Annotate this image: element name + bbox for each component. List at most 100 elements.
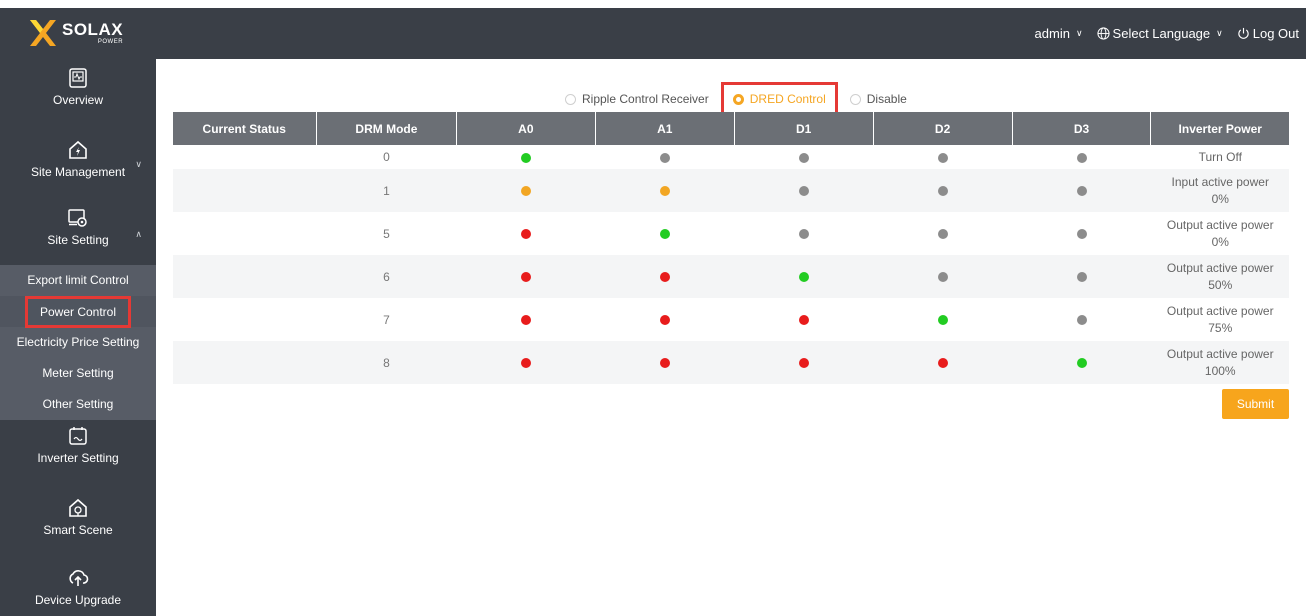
status-led-green-icon — [937, 315, 948, 326]
solax-logo[interactable]: SOLAX POWER — [28, 15, 123, 51]
table-row: 6 Output active power 50% — [172, 255, 1289, 298]
site-setting-icon — [68, 209, 87, 227]
inverter-power-cell: Output active power 100% — [1150, 341, 1289, 384]
status-led-cell — [1012, 255, 1151, 298]
inverter-power-line1: Turn Off — [1198, 149, 1242, 164]
drm-mode-cell: 0 — [383, 150, 390, 164]
header-a0: A0 — [455, 112, 596, 145]
status-led-gray-icon — [937, 229, 948, 240]
submit-button[interactable]: Submit — [1222, 389, 1289, 419]
status-led-gray-icon — [1076, 315, 1087, 326]
status-led-orange-icon — [520, 186, 531, 197]
status-led-red-icon — [659, 315, 670, 326]
control-mode-radio-group: Ripple Control Receiver DRED Control Dis… — [565, 82, 919, 116]
status-led-cell — [734, 298, 873, 341]
drm-mode-cell: 7 — [383, 312, 390, 327]
top-bar: SOLAX POWER admin ∨ Select Language ∨ Lo… — [0, 8, 1306, 59]
sidebar-item-label: Device Upgrade — [34, 593, 122, 607]
chevron-down-icon: ∨ — [1216, 28, 1223, 38]
table-row: 1 Input active power 0% — [172, 169, 1289, 212]
status-led-cell — [1012, 169, 1151, 212]
language-select[interactable]: Select Language ∨ — [1096, 26, 1223, 41]
radio-label: Ripple Control Receiver — [582, 92, 709, 106]
drm-mode-cell: 5 — [383, 226, 390, 241]
header-inverter-power: Inverter Power — [1150, 112, 1289, 145]
status-led-cell — [456, 212, 595, 255]
status-led-red-icon — [659, 272, 670, 283]
status-led-cell — [595, 255, 735, 298]
status-led-green-icon — [520, 152, 531, 163]
current-status-cell — [172, 255, 317, 298]
brand-sub: POWER — [97, 39, 124, 45]
sidebar-item-inverter-setting[interactable]: Inverter Setting — [0, 425, 156, 465]
status-led-cell — [873, 169, 1013, 212]
radio-ripple-control-receiver[interactable]: Ripple Control Receiver — [565, 92, 709, 106]
radio-checked-icon — [732, 93, 744, 105]
radio-unchecked-icon — [565, 93, 576, 105]
submenu-electricity-price-setting[interactable]: Electricity Price Setting — [0, 327, 156, 358]
status-led-cell — [873, 212, 1012, 255]
site-management-icon — [69, 140, 87, 159]
inverter-power-line1: Output active power — [1166, 346, 1274, 361]
inverter-power-line1: Output active power — [1166, 260, 1274, 275]
sidebar-item-smart-scene[interactable]: Smart Scene — [0, 497, 156, 537]
sidebar-item-label: Smart Scene — [43, 523, 113, 537]
status-led-gray-icon — [1076, 272, 1087, 283]
table-row: 8 Output active power 100% — [172, 341, 1289, 384]
submenu-export-limit-control[interactable]: Export limit Control — [0, 265, 156, 296]
status-led-cell — [734, 255, 874, 298]
sidebar-item-device-upgrade[interactable]: Device Upgrade — [0, 567, 156, 607]
status-led-gray-icon — [937, 152, 948, 163]
status-led-cell — [873, 255, 1013, 298]
current-status-cell — [172, 169, 317, 212]
status-led-red-icon — [520, 229, 531, 240]
site-setting-submenu: Export limit Control Power Control Elect… — [0, 265, 156, 420]
status-led-cell — [1012, 298, 1151, 341]
current-status-cell — [173, 145, 317, 169]
sidebar-item-overview[interactable]: Overview — [0, 67, 156, 107]
status-led-red-icon — [520, 358, 531, 369]
submenu-power-control[interactable]: Power Control — [0, 296, 156, 328]
status-led-cell — [456, 145, 595, 169]
radio-dred-control[interactable]: DRED Control — [720, 82, 838, 116]
user-menu[interactable]: admin ∨ — [1035, 26, 1083, 41]
current-status-cell — [173, 298, 317, 341]
status-led-cell — [734, 341, 874, 384]
chevron-down-icon: ∨ — [1075, 28, 1083, 38]
status-led-red-icon — [659, 358, 670, 369]
inverter-power-line1: Output active power — [1166, 217, 1274, 232]
status-led-cell — [456, 298, 595, 341]
status-led-cell — [595, 341, 735, 384]
logout-button[interactable]: Log Out — [1237, 26, 1299, 41]
drm-mode-cell: 1 — [316, 169, 457, 212]
smart-scene-icon — [69, 498, 87, 517]
status-led-red-icon — [520, 315, 531, 326]
power-icon — [1238, 27, 1249, 39]
submenu-other-setting[interactable]: Other Setting — [0, 389, 156, 420]
sidebar-item-site-setting[interactable]: Site Setting ∧ — [0, 207, 156, 247]
table-header-row: Current Status DRM Mode A0 A1 D1 D2 D3 I… — [172, 112, 1289, 145]
status-led-gray-icon — [798, 229, 809, 240]
sidebar-item-site-management[interactable]: Site Management ∨ — [0, 139, 156, 179]
chevron-up-icon: ∧ — [135, 229, 142, 239]
inverter-power-line2: 0% — [1211, 234, 1229, 249]
submenu-meter-setting[interactable]: Meter Setting — [0, 358, 156, 389]
inverter-power-cell: Input active power 0% — [1150, 169, 1289, 212]
inverter-power-line2: 50% — [1208, 277, 1233, 292]
status-led-cell — [456, 341, 596, 384]
status-led-cell — [595, 212, 734, 255]
radio-disable[interactable]: Disable — [849, 92, 907, 106]
header-current-status: Current Status — [172, 112, 317, 145]
status-led-cell — [595, 298, 734, 341]
sidebar: Overview Site Management ∨ Site Setting … — [0, 59, 156, 616]
inverter-power-line2: 75% — [1208, 320, 1233, 335]
radio-label: Disable — [866, 92, 907, 106]
inverter-power-line2: 100% — [1204, 363, 1236, 378]
status-led-gray-icon — [937, 272, 948, 283]
inverter-setting-icon — [69, 427, 87, 445]
status-led-red-icon — [798, 358, 809, 369]
language-label: Select Language — [1112, 26, 1211, 41]
table-row: 7 Output active power 75% — [173, 298, 1290, 341]
status-led-gray-icon — [1076, 186, 1087, 197]
drm-mode-table: Current Status DRM Mode A0 A1 D1 D2 D3 I… — [172, 112, 1289, 384]
